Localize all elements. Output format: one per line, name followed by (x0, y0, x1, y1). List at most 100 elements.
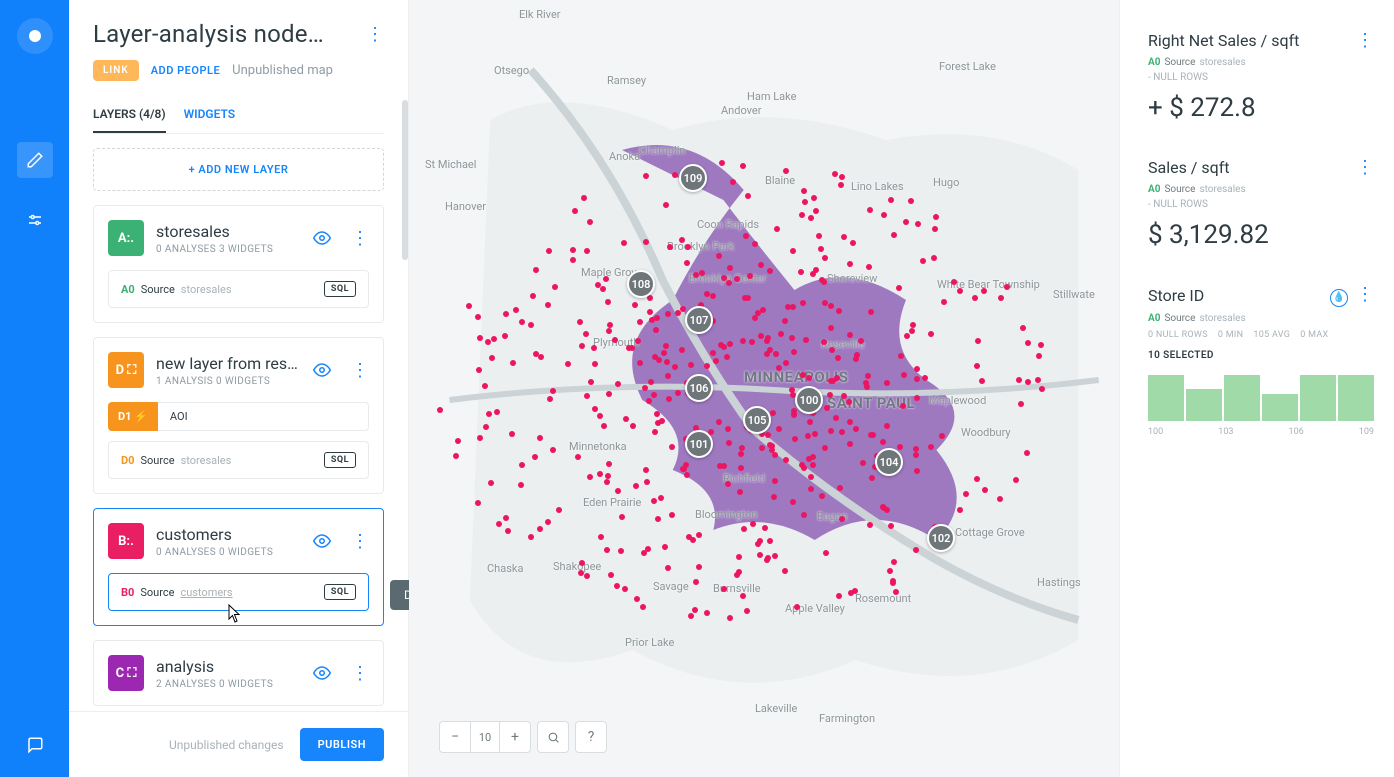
layer-card[interactable]: A:.storesales0 ANALYSES 3 WIDGETS⋮A0Sour… (93, 205, 384, 323)
zoom-out-button[interactable]: − (440, 722, 470, 752)
data-point (550, 388, 556, 394)
logo[interactable] (17, 18, 53, 54)
widget-menu-icon[interactable]: ⋮ (1356, 30, 1374, 51)
city-label: Chaska (487, 562, 523, 575)
help-button[interactable]: ? (576, 722, 606, 752)
data-point (647, 309, 653, 315)
source-value: customers (180, 586, 232, 599)
droplet-icon[interactable]: 💧 (1330, 289, 1348, 307)
store-pin[interactable]: 107 (685, 306, 713, 334)
layer-card[interactable]: B:.customers0 ANALYSES 0 WIDGETS⋮B0Sourc… (93, 508, 384, 626)
eye-icon[interactable] (313, 229, 331, 247)
layer-card[interactable]: C ⛶analysis2 ANALYSES 0 WIDGETS⋮ (93, 640, 384, 706)
map-canvas[interactable]: − 10 + ? MINNEAPOLISSAINT PAULElk RiverO… (409, 0, 1119, 777)
data-point (868, 432, 874, 438)
data-point (799, 462, 805, 468)
eye-icon[interactable] (313, 361, 331, 379)
title-menu-icon[interactable]: ⋮ (366, 24, 384, 45)
link-button[interactable]: LINK (93, 60, 139, 81)
sql-badge[interactable]: SQL (324, 584, 356, 600)
data-point (758, 262, 764, 268)
data-point (974, 476, 980, 482)
left-panel: Layer-analysis node… ⋮ LINK ADD PEOPLE U… (69, 0, 409, 777)
city-label: Hastings (1037, 576, 1081, 589)
data-point (579, 343, 585, 349)
layer-menu-icon[interactable]: ⋮ (351, 360, 369, 381)
data-point (740, 338, 746, 344)
widget-menu-icon[interactable]: ⋮ (1356, 157, 1374, 178)
layer-menu-icon[interactable]: ⋮ (351, 228, 369, 249)
layer-sub: 0 ANALYSES 3 WIDGETS (156, 244, 301, 255)
data-point (606, 391, 612, 397)
eye-icon[interactable] (313, 532, 331, 550)
histogram-bar[interactable] (1224, 375, 1260, 421)
data-point (808, 215, 814, 221)
data-point (488, 480, 494, 486)
store-pin[interactable]: 105 (743, 406, 771, 434)
histogram-bar[interactable] (1148, 375, 1184, 421)
data-point (974, 363, 980, 369)
data-point (750, 521, 756, 527)
data-point (453, 453, 459, 459)
data-point (654, 315, 660, 321)
analysis-row[interactable]: D1 ⚡AOI (108, 402, 369, 431)
layer-menu-icon[interactable]: ⋮ (351, 531, 369, 552)
data-point (663, 202, 669, 208)
data-point (915, 221, 921, 227)
histogram-bar[interactable] (1338, 375, 1374, 421)
histogram[interactable] (1148, 375, 1374, 421)
widget-menu-icon[interactable]: ⋮ (1356, 284, 1374, 305)
source-row[interactable]: B0SourcecustomersSQL (108, 573, 369, 611)
data-point (476, 367, 482, 373)
widget-title: Right Net Sales / sqft (1148, 31, 1299, 50)
scrollbar[interactable] (402, 100, 408, 260)
source-row[interactable]: A0SourcestoresalesSQL (108, 270, 369, 308)
store-pin[interactable]: 102 (927, 524, 955, 552)
zoom-in-button[interactable]: + (500, 722, 530, 752)
add-people-button[interactable]: ADD PEOPLE (151, 64, 220, 77)
chat-tool[interactable] (17, 727, 53, 763)
tab-widgets[interactable]: WIDGETS (184, 99, 235, 133)
city-label: Minnetonka (569, 440, 627, 453)
store-pin[interactable]: 109 (679, 164, 707, 192)
city-label: Prior Lake (625, 636, 674, 649)
settings-tool[interactable] (17, 202, 53, 238)
store-pin[interactable]: 106 (685, 374, 713, 402)
data-point (605, 299, 611, 305)
pencil-tool[interactable] (17, 142, 53, 178)
histogram-bar[interactable] (1262, 394, 1298, 421)
city-label: Stillwate (1053, 288, 1095, 301)
layer-name: customers (156, 525, 301, 544)
store-pin[interactable]: 101 (685, 430, 713, 458)
layer-badge: A:. (108, 220, 144, 256)
city-label: Forest Lake (939, 60, 996, 73)
data-point (776, 365, 782, 371)
widget-title: Sales / sqft (1148, 158, 1230, 177)
eye-icon[interactable] (313, 664, 331, 682)
data-point (637, 319, 643, 325)
store-pin[interactable]: 100 (795, 386, 823, 414)
sql-badge[interactable]: SQL (324, 281, 356, 297)
publish-button[interactable]: PUBLISH (300, 728, 384, 761)
histogram-bar[interactable] (1300, 375, 1336, 421)
data-point (666, 396, 672, 402)
tab-layers[interactable]: LAYERS (4/8) (93, 99, 166, 133)
data-point (663, 343, 669, 349)
source-row[interactable]: D0SourcestoresalesSQL (108, 441, 369, 479)
data-point (734, 276, 740, 282)
layer-menu-icon[interactable]: ⋮ (351, 663, 369, 684)
city-label: Andover (721, 104, 761, 117)
data-point (651, 392, 657, 398)
data-point (810, 462, 816, 468)
data-point (901, 372, 907, 378)
add-layer-button[interactable]: + ADD NEW LAYER (93, 148, 384, 191)
layer-card[interactable]: D ⛶new layer from resu…1 ANALYSIS 0 WIDG… (93, 337, 384, 494)
search-map-button[interactable] (538, 722, 568, 752)
sql-badge[interactable]: SQL (324, 452, 356, 468)
histogram-bar[interactable] (1186, 389, 1222, 420)
data-point (802, 199, 808, 205)
store-pin[interactable]: 108 (627, 270, 655, 298)
store-pin[interactable]: 104 (875, 448, 903, 476)
data-point (839, 174, 845, 180)
data-point (727, 615, 733, 621)
